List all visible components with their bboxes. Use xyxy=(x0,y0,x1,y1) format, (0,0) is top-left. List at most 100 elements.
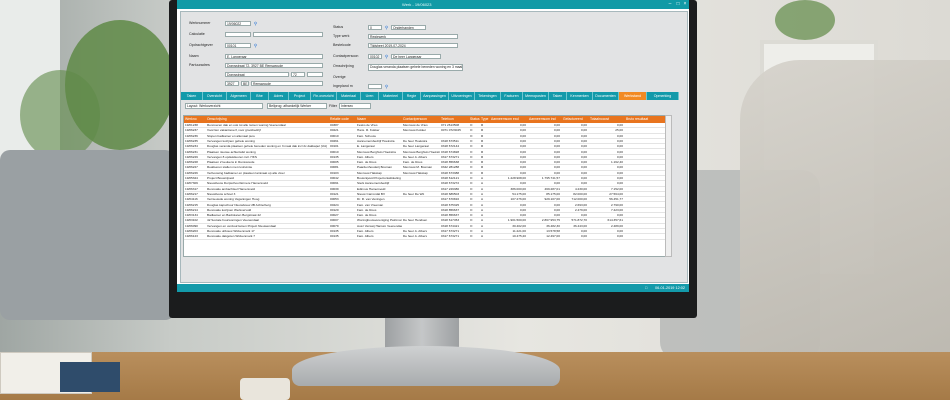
tab[interactable]: Taken xyxy=(549,92,567,100)
calculatie-label: Calculatie xyxy=(189,32,205,36)
omschrijving-label: Omschrijving xyxy=(333,64,354,68)
window-titlebar: Werk - 19/06023 – □ × xyxy=(177,0,689,9)
status-field[interactable]: Onderhanden xyxy=(391,25,426,30)
tab-active[interactable]: Werkstand xyxy=(619,92,647,100)
tab[interactable]: Materieel xyxy=(379,92,403,100)
table-cell: 19/06123 xyxy=(185,234,198,239)
straat-field[interactable]: Dorpsstraat xyxy=(225,72,289,77)
tab[interactable]: Taken xyxy=(181,92,203,100)
monitor-screen: Werk - 19/06023 – □ × Werknummer 19/0602… xyxy=(177,0,689,292)
lock-icon: □ xyxy=(645,286,648,290)
huisnummer-field[interactable]: 72 xyxy=(291,72,305,77)
ingepland-field[interactable] xyxy=(368,84,382,89)
tab[interactable]: Fin.overzicht xyxy=(311,92,337,100)
table-cell: Fam. Albers xyxy=(357,234,374,239)
opdrachtgever-field[interactable]: 00101 xyxy=(225,43,251,48)
monitor-stand-base xyxy=(292,346,560,386)
tab[interactable]: Kenmerken xyxy=(567,92,593,100)
layout-select[interactable]: Layout: Werkoverzicht xyxy=(185,103,263,109)
omschrijving-field[interactable]: Douglas veranda plaatsen gehele beneden … xyxy=(368,64,463,71)
tab[interactable]: Memoposten xyxy=(523,92,549,100)
tab[interactable]: Documenten xyxy=(593,92,619,100)
column-header[interactable]: Werkno xyxy=(184,116,206,123)
calculatie-field[interactable] xyxy=(225,32,251,37)
tab[interactable]: Uren xyxy=(361,92,379,100)
table-cell: 0,00 xyxy=(580,234,587,239)
column-header[interactable]: Bruto resultaat xyxy=(625,116,666,123)
contactpersoon-field[interactable]: De heer Langeraar xyxy=(391,54,441,59)
contactpersoon-label: Contactpersoon xyxy=(333,54,359,58)
werk-table: Werkno Omschrijving Relatie code Naam Contac… xyxy=(183,115,667,257)
werknummer-label: Werknummer xyxy=(189,21,211,25)
column-header[interactable]: Aanneemsom excl xyxy=(490,116,528,123)
opdrachtgever-label: Opdrachtgever xyxy=(189,43,213,47)
column-header[interactable]: Relatie code xyxy=(329,116,356,123)
tab[interactable]: Uitvoeringen xyxy=(449,92,475,100)
tab[interactable]: Opmerking xyxy=(647,92,679,100)
table-cell: De heer A. Albers xyxy=(403,234,428,239)
column-header[interactable]: Omschrijving xyxy=(206,116,329,123)
column-header[interactable]: Naam xyxy=(356,116,402,123)
typewerk-label: Type werk xyxy=(333,34,350,38)
postcode-field[interactable]: 3927 xyxy=(225,81,239,86)
person xyxy=(740,60,950,400)
column-header[interactable]: Totaalnocost xyxy=(589,116,625,123)
naam-field[interactable]: E. Langeraar xyxy=(225,54,323,59)
search-icon[interactable]: ⚲ xyxy=(384,84,389,89)
search-icon[interactable]: ⚲ xyxy=(253,21,258,26)
table-cell: 10.475,20 xyxy=(512,234,526,239)
column-header[interactable]: Status xyxy=(469,116,480,123)
calculatie-omschrijving-field[interactable] xyxy=(253,32,323,37)
werknummer-field[interactable]: 19/06022 xyxy=(225,21,251,26)
table-cell: Renovatie dakgoten Wickenmark 7 xyxy=(207,234,255,239)
window-title: Werk - 19/06023 xyxy=(402,2,432,7)
plaats-field[interactable]: Renswoude xyxy=(251,81,323,86)
search-icon[interactable]: ⚲ xyxy=(384,25,389,30)
maximize-icon[interactable]: □ xyxy=(675,1,681,7)
bellprog-select[interactable]: Bellprog: afhankelijk Werker xyxy=(267,103,327,109)
column-header[interactable]: Contactpersoon xyxy=(402,116,440,123)
bestelcode-field[interactable]: Tijdsheet 2019-07-2024 xyxy=(368,43,458,48)
tab[interactable]: Project xyxy=(289,92,311,100)
search-icon[interactable]: ⚲ xyxy=(253,43,258,48)
close-icon[interactable]: × xyxy=(682,1,688,7)
minimize-icon[interactable]: – xyxy=(667,1,673,7)
statusbar: □ 06-01-2019 12:02 xyxy=(177,284,689,292)
tab[interactable]: Facturen xyxy=(501,92,523,100)
column-header[interactable]: Aanneemsom incl xyxy=(528,116,562,123)
table-cell: 12.497,00 xyxy=(546,234,560,239)
tab[interactable]: Bhe xyxy=(251,92,269,100)
scrollbar[interactable] xyxy=(665,115,672,257)
postcode-suffix-field[interactable]: BE xyxy=(241,81,249,86)
bestelcode-label: Bestelcode xyxy=(333,43,351,47)
shelf-plant xyxy=(775,0,835,40)
status-code-field[interactable]: 0 xyxy=(368,25,382,30)
tab[interactable]: Overzicht xyxy=(203,92,227,100)
toevoeging-field[interactable] xyxy=(307,72,323,77)
column-header[interactable]: Gefactureerd xyxy=(562,116,589,123)
tab[interactable]: Algemeen xyxy=(227,92,251,100)
table-cell: 00135 xyxy=(330,234,339,239)
column-header[interactable]: Type xyxy=(480,116,490,123)
book xyxy=(60,362,120,392)
tab[interactable]: Regie xyxy=(403,92,421,100)
table-row[interactable]: 19/06123 Renovatie dakgoten Wickenmark 7 0… xyxy=(184,234,666,240)
mug xyxy=(240,378,290,400)
tab[interactable]: Materiaal xyxy=(337,92,361,100)
filter-select[interactable]: Intersec xyxy=(339,103,371,109)
naam-label: Naam xyxy=(189,54,199,58)
sofa xyxy=(0,150,175,320)
tab[interactable]: Adres xyxy=(269,92,289,100)
adres-field[interactable]: Dorpsstraat 72, 3927 BE Renswoude xyxy=(225,63,323,68)
contactpersoon-code-field[interactable]: 00102 xyxy=(368,54,382,59)
tab[interactable]: Tekeningen xyxy=(475,92,501,100)
column-header[interactable]: Telefoon xyxy=(440,116,469,123)
tab-bar: Taken Overzicht Algemeen Bhe Adres Proje… xyxy=(181,92,679,100)
tab[interactable]: Aanpassingen xyxy=(421,92,449,100)
search-icon[interactable]: ⚲ xyxy=(384,54,389,59)
filter-label: Filter xyxy=(329,104,337,108)
typewerk-field[interactable]: Regiewerk xyxy=(368,34,458,39)
table-cell: 0,00 xyxy=(616,234,623,239)
statusbar-datetime: 06-01-2019 12:02 xyxy=(655,286,685,290)
table-cell: A xyxy=(481,234,484,239)
